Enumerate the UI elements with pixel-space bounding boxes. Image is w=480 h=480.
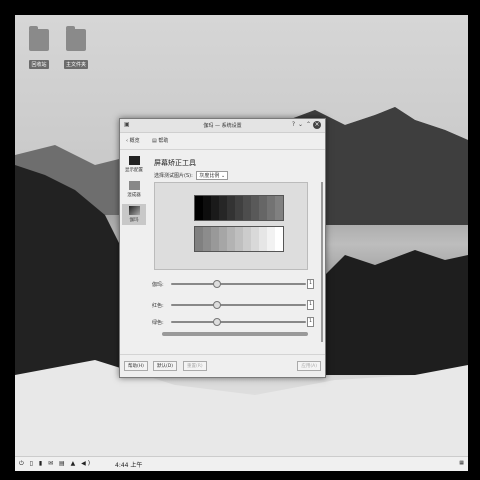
gamma-icon — [128, 206, 140, 215]
folder-icon — [29, 26, 49, 51]
test-image-value: 灰度比例 — [199, 173, 220, 179]
taskbar: ⏻ ▯ ▮ ✉ ▤ ▲ ◀) 4:44 上午 ▦ — [15, 456, 468, 471]
gamma-value[interactable]: 1 — [307, 279, 314, 289]
help-book-icon: ▤ — [152, 138, 157, 144]
sidebar-item-label: 伽玛 — [129, 218, 139, 223]
grayscale-strip-light — [194, 226, 284, 252]
green-slider: 绿色: 1 — [150, 317, 314, 327]
slider-handle[interactable] — [212, 318, 221, 326]
horizontal-scrollbar[interactable] — [162, 332, 308, 336]
sidebar-item-label: 混成器 — [127, 193, 141, 198]
monitor-icon — [128, 156, 140, 165]
grayscale-strip-dark — [194, 195, 284, 221]
sidebar: 显示配置 混成器 伽玛 — [120, 150, 148, 353]
green-value[interactable]: 1 — [307, 317, 314, 327]
red-value[interactable]: 1 — [307, 300, 314, 310]
help-footer-button[interactable]: 帮助(H) — [124, 361, 148, 371]
slider-handle[interactable] — [212, 280, 221, 288]
red-track[interactable] — [171, 301, 306, 309]
desktop-icon-trash[interactable]: 回收站 — [19, 26, 59, 70]
test-image-select[interactable]: 灰度比例 ⌄ — [196, 171, 229, 180]
toolbar: ‹ 概览 ▤ 帮助 — [120, 133, 325, 150]
reset-button[interactable]: 重置(R) — [183, 361, 207, 371]
chevron-left-icon: ‹ — [126, 138, 128, 144]
test-image-panel — [154, 182, 308, 270]
footer: 帮助(H) 默认(D) 重置(R) 应用(A) — [120, 354, 325, 377]
compositor-icon — [128, 181, 140, 190]
main-content: 屏幕矫正工具 选择测试图片(S): 灰度比例 ⌄ 伽玛: 1 红色: 1 绿色:… — [150, 152, 323, 353]
sidebar-item-label: 显示配置 — [125, 168, 143, 173]
sidebar-item-gamma[interactable]: 伽玛 — [122, 204, 146, 225]
help-button[interactable]: ▤ 帮助 — [152, 137, 168, 144]
gamma-slider: 伽玛: 1 — [150, 279, 314, 289]
green-label: 绿色: — [152, 320, 164, 326]
scrollbar[interactable] — [321, 182, 323, 342]
minimize-button[interactable]: ⌄ — [298, 121, 303, 128]
chevron-down-icon: ⌄ — [220, 173, 226, 179]
desktop-icon-label: 主文件夹 — [63, 60, 88, 69]
system-tray[interactable]: ⏻ ▯ ▮ ✉ ▤ ▲ ◀) — [19, 460, 92, 468]
show-desktop-icon[interactable]: ▦ — [459, 460, 464, 466]
back-button[interactable]: ‹ 概览 — [126, 137, 140, 144]
help-icon[interactable]: ? — [292, 121, 295, 128]
maximize-button[interactable]: ⌃ — [306, 121, 311, 128]
red-slider: 红色: 1 — [150, 300, 314, 310]
page-title: 屏幕矫正工具 — [154, 159, 196, 167]
clock[interactable]: 4:44 上午 — [115, 460, 142, 469]
apply-button[interactable]: 应用(A) — [297, 361, 321, 371]
slider-handle[interactable] — [212, 301, 221, 309]
home-folder-icon — [66, 26, 86, 51]
red-label: 红色: — [152, 303, 164, 309]
back-label: 概览 — [129, 138, 140, 144]
gamma-label: 伽玛: — [152, 282, 164, 288]
test-image-row: 选择测试图片(S): 灰度比例 ⌄ — [154, 171, 229, 180]
help-label: 帮助 — [158, 138, 169, 144]
close-button[interactable]: × — [313, 121, 321, 129]
sidebar-item-display[interactable]: 显示配置 — [122, 154, 146, 175]
gamma-track[interactable] — [171, 280, 306, 288]
window-titlebar[interactable]: ▣ 伽玛 — 系统设置 ? ⌄ ⌃ × — [120, 119, 325, 133]
desktop-icon-label: 回收站 — [29, 60, 49, 69]
sidebar-item-compositor[interactable]: 混成器 — [122, 179, 146, 200]
green-track[interactable] — [171, 318, 306, 326]
system-settings-window: ▣ 伽玛 — 系统设置 ? ⌄ ⌃ × ‹ 概览 ▤ 帮助 显示配置 混成器 伽… — [119, 118, 326, 378]
defaults-button[interactable]: 默认(D) — [153, 361, 177, 371]
desktop-icon-home[interactable]: 主文件夹 — [56, 26, 96, 70]
test-image-label: 选择测试图片(S): — [154, 173, 193, 179]
